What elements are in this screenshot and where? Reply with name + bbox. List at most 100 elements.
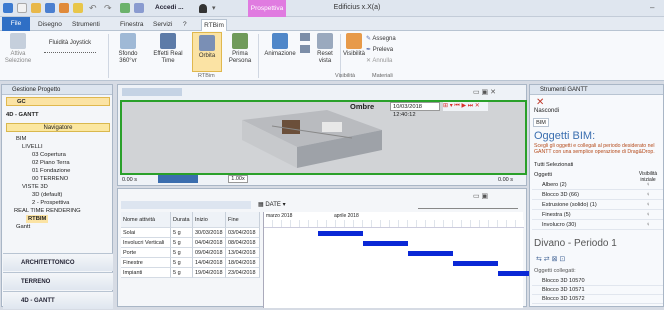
gantt-timeline[interactable]: marzo 2018 aprile 2018 xyxy=(263,212,543,308)
gantt-cell-dur[interactable]: 5 g xyxy=(171,258,193,268)
annulla-button[interactable]: ✕ Annulla xyxy=(366,58,400,65)
gantt-bar[interactable] xyxy=(363,241,408,246)
undo-icon[interactable]: ↶ xyxy=(89,3,99,13)
animazione-button[interactable]: Animazione xyxy=(260,33,300,58)
viewport-toolbar[interactable] xyxy=(122,88,182,96)
visibility-icon[interactable]: ♀ xyxy=(646,211,650,220)
gantt-cell-name[interactable]: Impianti xyxy=(121,268,171,278)
linked-object-row[interactable]: Blocco 3D 10570 xyxy=(532,277,663,286)
gantt-bar[interactable] xyxy=(408,251,453,256)
tab-bim-panel[interactable]: BIM xyxy=(533,118,549,127)
cat-architettonico[interactable]: ARCHITETTONICO xyxy=(3,253,113,271)
ombre-date-input[interactable]: 10/03/2018 12:40:12 xyxy=(390,102,440,118)
tab-help[interactable]: ? xyxy=(183,19,187,31)
redo-icon[interactable]: ↷ xyxy=(104,3,114,13)
filter-selezionati[interactable]: Selezionati xyxy=(546,162,573,168)
effetti-button[interactable]: Effetti Real Time xyxy=(148,33,188,65)
gantt-window-controls[interactable]: ▭ ▣ xyxy=(473,192,488,200)
cat-terreno[interactable]: TERRENO xyxy=(3,272,113,290)
minimize-icon[interactable]: – xyxy=(650,3,660,13)
visibilita-button[interactable]: Visibilità xyxy=(342,33,366,58)
date-menu[interactable]: ▦ DATE ▾ xyxy=(258,201,286,208)
tab-finestra[interactable]: Finestra xyxy=(120,19,143,31)
tree-bim[interactable]: BIM xyxy=(16,135,26,143)
tree-terreno[interactable]: 00 TERRENO xyxy=(32,175,68,183)
period-tools[interactable]: ⇆ ⇄ ⊠ ⊡ xyxy=(536,255,565,263)
tree-prospettiva[interactable]: 2 - Prospettiva xyxy=(32,199,69,207)
gantt-cell-dur[interactable]: 5 g xyxy=(171,268,193,278)
3d-viewport[interactable] xyxy=(120,100,527,175)
app-icon[interactable] xyxy=(3,3,13,13)
gantt-cell-start[interactable]: 14/04/2018 xyxy=(193,258,226,268)
gantt-cell-end[interactable]: 18/04/2018 xyxy=(226,258,260,268)
gantt-cell-name[interactable]: Finestre xyxy=(121,258,171,268)
visibility-icon[interactable]: ♀ xyxy=(646,201,650,210)
prima-persona-button[interactable]: Prima Persona xyxy=(225,33,255,65)
visibility-icon[interactable]: ♀ xyxy=(646,191,650,200)
linked-object-row[interactable]: Blocco 3D 10572 xyxy=(532,295,663,304)
nav-arrows[interactable] xyxy=(300,33,310,53)
gantt-toolbar[interactable] xyxy=(121,201,251,209)
open-icon[interactable] xyxy=(31,3,41,13)
sfondo-button[interactable]: Sfondo 360°vr xyxy=(112,33,144,65)
tree-copertura[interactable]: 03 Copertura xyxy=(32,151,66,159)
gantt-cell-end[interactable]: 13/04/2018 xyxy=(226,248,260,258)
object-row[interactable]: Finestra (5) ♀ xyxy=(532,211,663,220)
gantt-cell-name[interactable]: Porte xyxy=(121,248,171,258)
assegna-button[interactable]: ✎ Assegna xyxy=(366,36,400,43)
tree-rtr[interactable]: REAL TIME RENDERING xyxy=(14,207,81,215)
tab-strumenti[interactable]: Strumenti xyxy=(72,19,100,31)
gantt-cell-dur[interactable]: 5 g xyxy=(171,248,193,258)
contextual-tab-prospettiva[interactable]: Prospettiva xyxy=(248,0,286,17)
nascondi-icon[interactable]: ✕ xyxy=(536,97,544,108)
tree-gantt[interactable]: Gantt xyxy=(16,223,30,231)
gantt-cell-end[interactable]: 23/04/2018 xyxy=(226,268,260,278)
object-row[interactable]: Albero (2) ♀ xyxy=(532,181,663,190)
gantt-cell-name[interactable]: Involucri Verticali xyxy=(121,238,171,248)
viewport-window-controls[interactable]: ▭ ▣ ✕ xyxy=(473,88,496,96)
tree-livelli[interactable]: LIVELLI xyxy=(22,143,43,151)
gantt-cell-end[interactable]: 08/04/2018 xyxy=(226,238,260,248)
zoom-select[interactable]: 1.00x xyxy=(228,175,248,183)
gantt-cell-start[interactable]: 30/03/2018 xyxy=(193,228,226,238)
gantt-cell-dur[interactable]: 5 g xyxy=(171,228,193,238)
save-icon[interactable] xyxy=(45,3,55,13)
visibility-icon[interactable]: ♀ xyxy=(646,221,650,230)
tool2-icon[interactable] xyxy=(134,3,144,13)
gantt-bar[interactable] xyxy=(453,261,498,266)
nascondi-button[interactable]: Nascondi xyxy=(534,108,559,114)
customize-icon[interactable]: ▾ xyxy=(212,4,216,12)
object-row[interactable]: Estrusione (solido) (1) ♀ xyxy=(532,201,663,210)
tool-icon[interactable] xyxy=(120,3,130,13)
orbita-button[interactable]: Orbita xyxy=(192,32,222,72)
tree-piano-terra[interactable]: 02 Piano Terra xyxy=(32,159,70,167)
tab-file[interactable]: File xyxy=(2,17,30,31)
gantt-cell-start[interactable]: 19/04/2018 xyxy=(193,268,226,278)
fluidita-slider[interactable] xyxy=(44,51,96,53)
preleva-button[interactable]: ✒ Preleva xyxy=(366,47,400,54)
linked-object-row[interactable]: Blocco 3D 10571 xyxy=(532,286,663,295)
gantt-zoom-slider[interactable] xyxy=(418,201,518,209)
attiva-selezione-button[interactable]: Attiva Selezione xyxy=(3,33,33,65)
gantt-bar[interactable] xyxy=(318,231,363,236)
folder-icon[interactable] xyxy=(73,3,83,13)
gantt-cell-start[interactable]: 04/04/2018 xyxy=(193,238,226,248)
tab-rtbim[interactable]: RTBim xyxy=(201,19,227,31)
new-icon[interactable] xyxy=(17,3,27,13)
gantt-cell-dur[interactable]: 5 g xyxy=(171,238,193,248)
object-row[interactable]: Blocco 3D (66) ♀ xyxy=(532,191,663,200)
ombre-playback[interactable]: ⊞ ▾ ⏮ ▶ ⏭ ✕ xyxy=(443,102,488,111)
tree-fondazione[interactable]: 01 Fondazione xyxy=(32,167,70,175)
reset-vista-button[interactable]: Reset vista xyxy=(312,33,338,65)
tab-disegno[interactable]: Disegno xyxy=(38,19,62,31)
gantt-cell-end[interactable]: 03/04/2018 xyxy=(226,228,260,238)
filter-tutti[interactable]: Tutti xyxy=(534,162,545,168)
tab-servizi[interactable]: Servizi xyxy=(153,19,173,31)
gantt-cell-name[interactable]: Solai xyxy=(121,228,171,238)
visibility-icon[interactable]: ♀ xyxy=(646,181,650,190)
navigator-button[interactable]: Navigatore xyxy=(6,123,110,132)
gc-item[interactable]: GC xyxy=(6,97,110,106)
tree-3d-default[interactable]: 3D (default) xyxy=(32,191,62,199)
tree-viste3d[interactable]: VISTE 3D xyxy=(22,183,48,191)
object-row[interactable]: Involucro (30) ♀ xyxy=(532,221,663,230)
